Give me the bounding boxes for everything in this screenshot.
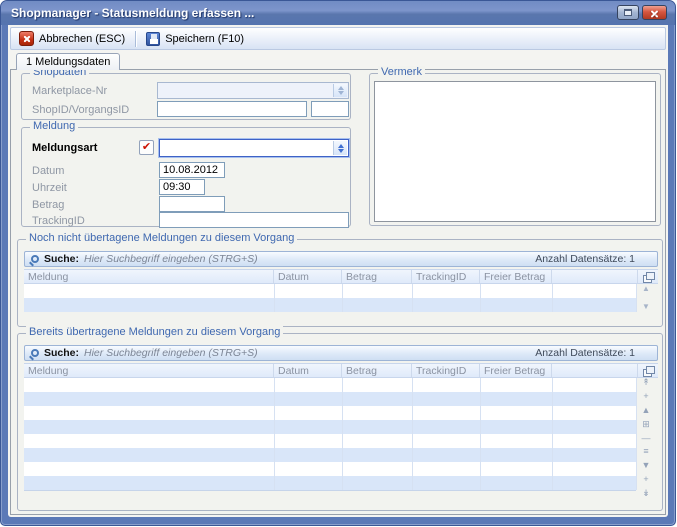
nav-next-icon[interactable]: ▼ bbox=[642, 461, 651, 470]
column-header-meldung[interactable]: Meldung bbox=[24, 364, 274, 377]
nav-separator: — bbox=[642, 434, 651, 443]
column-header-empty bbox=[552, 270, 638, 283]
group-vermerk: Vermerk bbox=[369, 73, 661, 226]
sent-grid-rows bbox=[24, 378, 636, 491]
table-row[interactable] bbox=[24, 420, 636, 434]
save-icon bbox=[146, 32, 160, 46]
column-header-betrag[interactable]: Betrag bbox=[342, 364, 412, 377]
group-meldung-title: Meldung bbox=[30, 120, 78, 132]
scroll-up-icon[interactable]: ▲ bbox=[642, 285, 650, 293]
pending-search-bar[interactable]: Suche: Hier Suchbegriff eingeben (STRG+S… bbox=[24, 251, 658, 267]
table-row[interactable] bbox=[24, 434, 636, 448]
search-placeholder: Hier Suchbegriff eingeben (STRG+S) bbox=[84, 347, 258, 359]
datum-input[interactable] bbox=[159, 162, 225, 178]
column-chooser-button[interactable] bbox=[638, 364, 658, 377]
column-chooser-icon bbox=[643, 366, 654, 375]
pending-scroll-strip: ▲ ▼ bbox=[639, 285, 653, 311]
cancel-icon bbox=[19, 31, 34, 46]
table-row[interactable] bbox=[24, 462, 636, 476]
sent-search-bar[interactable]: Suche: Hier Suchbegriff eingeben (STRG+S… bbox=[24, 345, 658, 361]
group-meldung: Meldung Meldungsart ✔ Datum Uhrzeit Betr… bbox=[21, 127, 351, 227]
window-body: Abbrechen (ESC) Speichern (F10) 1 Meldun… bbox=[8, 25, 668, 517]
restore-button[interactable] bbox=[617, 5, 639, 20]
table-row[interactable] bbox=[24, 392, 636, 406]
nav-prior-icon[interactable]: ▲ bbox=[642, 406, 651, 415]
marketplace-label: Marketplace-Nr bbox=[32, 85, 107, 97]
group-sent-title: Bereits übertragene Meldungen zu diesem … bbox=[26, 326, 283, 338]
column-chooser-button[interactable] bbox=[638, 270, 658, 283]
betrag-label: Betrag bbox=[32, 199, 64, 211]
tab-meldungsdaten[interactable]: 1 Meldungsdaten bbox=[16, 53, 120, 70]
cancel-button[interactable]: Abbrechen (ESC) bbox=[16, 30, 128, 47]
pending-grid-rows bbox=[24, 284, 636, 312]
group-pending-title: Noch nicht übertagene Meldungen zu diese… bbox=[26, 232, 297, 244]
uhrzeit-label: Uhrzeit bbox=[32, 182, 67, 194]
group-sent-messages: Bereits übertragene Meldungen zu diesem … bbox=[17, 333, 663, 511]
column-chooser-icon bbox=[643, 272, 654, 281]
search-icon bbox=[31, 255, 39, 263]
restore-icon bbox=[624, 9, 632, 16]
shopid-label: ShopID/VorgangsID bbox=[32, 104, 129, 116]
column-header-empty bbox=[552, 364, 638, 377]
vermerk-textarea[interactable] bbox=[374, 81, 656, 222]
group-vermerk-title: Vermerk bbox=[378, 66, 425, 78]
shopid-input[interactable] bbox=[157, 101, 307, 117]
trackingid-label: TrackingID bbox=[32, 215, 85, 227]
title-bar[interactable]: Shopmanager - Statusmeldung erfassen ... bbox=[1, 1, 675, 25]
nav-first-icon[interactable]: ↟ bbox=[642, 378, 650, 387]
table-row[interactable] bbox=[24, 298, 636, 312]
nav-move-down-icon[interactable]: + bbox=[643, 475, 648, 484]
column-header-freier-betrag[interactable]: Freier Betrag bbox=[480, 270, 552, 283]
column-header-betrag[interactable]: Betrag bbox=[342, 270, 412, 283]
table-row[interactable] bbox=[24, 448, 636, 462]
datum-label: Datum bbox=[32, 165, 64, 177]
toolbar-separator bbox=[135, 31, 136, 47]
column-header-freier-betrag[interactable]: Freier Betrag bbox=[480, 364, 552, 377]
pending-grid-header: Meldung Datum Betrag TrackingID Freier B… bbox=[24, 269, 658, 284]
nav-move-up-icon[interactable]: + bbox=[643, 392, 648, 401]
sent-nav-strip: ↟ + ▲ ⊞ — ≡ ▼ + ↡ bbox=[638, 378, 654, 498]
table-row[interactable] bbox=[24, 284, 636, 298]
group-shopdaten: Shopdaten Marketplace-Nr ShopID/Vorgangs… bbox=[21, 73, 351, 120]
column-header-trackingid[interactable]: TrackingID bbox=[412, 364, 480, 377]
nav-insert-icon[interactable]: ⊞ bbox=[642, 420, 650, 429]
column-header-datum[interactable]: Datum bbox=[274, 364, 342, 377]
trackingid-input[interactable] bbox=[159, 212, 349, 228]
tab-page: Shopdaten Marketplace-Nr ShopID/Vorgangs… bbox=[10, 69, 666, 515]
nav-edit-icon[interactable]: ≡ bbox=[643, 447, 648, 456]
table-row[interactable] bbox=[24, 406, 636, 420]
search-icon bbox=[31, 349, 39, 357]
uhrzeit-input[interactable] bbox=[159, 179, 205, 195]
meldungsart-label: Meldungsart bbox=[32, 142, 97, 154]
required-check-icon[interactable]: ✔ bbox=[139, 140, 154, 155]
search-placeholder: Hier Suchbegriff eingeben (STRG+S) bbox=[84, 253, 258, 265]
marketplace-combobox[interactable] bbox=[157, 82, 349, 99]
table-row[interactable] bbox=[24, 378, 636, 392]
close-button[interactable] bbox=[642, 5, 667, 20]
nav-last-icon[interactable]: ↡ bbox=[642, 489, 650, 498]
sent-grid-header: Meldung Datum Betrag TrackingID Freier B… bbox=[24, 363, 658, 378]
meldungsart-combobox[interactable] bbox=[159, 139, 349, 157]
column-header-trackingid[interactable]: TrackingID bbox=[412, 270, 480, 283]
table-row[interactable] bbox=[24, 476, 636, 490]
betrag-input[interactable] bbox=[159, 196, 225, 212]
dialog-window: Shopmanager - Statusmeldung erfassen ...… bbox=[0, 0, 676, 526]
save-button[interactable]: Speichern (F10) bbox=[143, 31, 247, 47]
close-icon bbox=[650, 9, 659, 18]
cancel-button-label: Abbrechen (ESC) bbox=[39, 33, 125, 45]
column-header-meldung[interactable]: Meldung bbox=[24, 270, 274, 283]
record-count: Anzahl Datensätze: 1 bbox=[535, 253, 651, 265]
window-title: Shopmanager - Statusmeldung erfassen ... bbox=[11, 6, 254, 20]
meldungsart-spinner-icon[interactable] bbox=[333, 141, 347, 155]
vorgangsid-input[interactable] bbox=[311, 101, 349, 117]
save-button-label: Speichern (F10) bbox=[165, 33, 244, 45]
scroll-down-icon[interactable]: ▼ bbox=[642, 303, 650, 311]
record-count: Anzahl Datensätze: 1 bbox=[535, 347, 651, 359]
toolbar: Abbrechen (ESC) Speichern (F10) bbox=[10, 27, 666, 50]
group-pending-messages: Noch nicht übertagene Meldungen zu diese… bbox=[17, 239, 663, 327]
column-header-datum[interactable]: Datum bbox=[274, 270, 342, 283]
search-label: Suche: bbox=[44, 253, 79, 265]
marketplace-spinner-icon[interactable] bbox=[333, 84, 347, 97]
search-label: Suche: bbox=[44, 347, 79, 359]
